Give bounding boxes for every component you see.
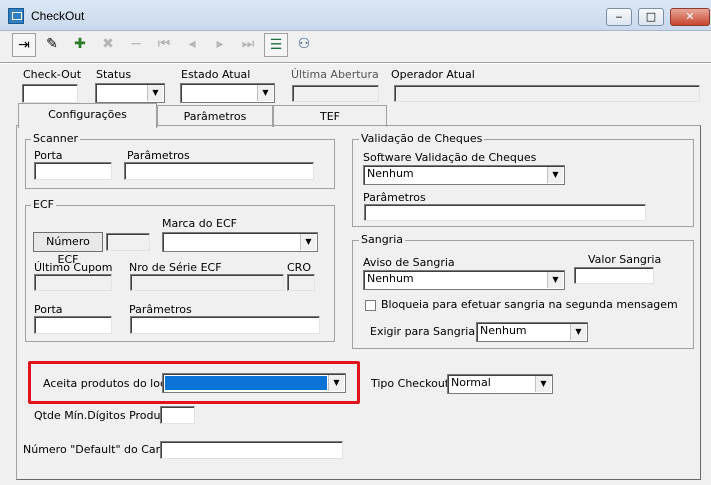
estado-label: Estado Atual — [181, 68, 251, 81]
chevron-down-icon[interactable]: ▼ — [147, 85, 163, 101]
scanner-title: Scanner — [31, 132, 81, 145]
serie-label: Nro de Série ECF — [129, 261, 222, 274]
add-icon[interactable]: ✚ — [68, 33, 92, 57]
software-select[interactable]: Nenhum ▼ — [363, 165, 565, 185]
checkout-field[interactable] — [22, 84, 78, 103]
chevron-down-icon[interactable]: ▼ — [547, 272, 563, 288]
software-value: Nenhum — [367, 167, 414, 180]
estado-select[interactable]: ▼ — [180, 83, 275, 103]
close-button[interactable]: ✕ — [670, 8, 710, 26]
ecf-porta-label: Porta — [34, 303, 63, 316]
last-icon[interactable]: ⏭ — [236, 33, 260, 57]
exigir-select[interactable]: Nenhum ▼ — [476, 322, 588, 342]
operador-label: Operador Atual — [391, 68, 475, 81]
valor-sangria-field[interactable] — [574, 267, 654, 284]
operador-field — [394, 85, 700, 102]
numero-default-field[interactable] — [160, 441, 343, 459]
status-label: Status — [96, 68, 132, 81]
ultimo-cupom-field — [34, 274, 112, 291]
aviso-select[interactable]: Nenhum ▼ — [363, 270, 565, 290]
remove-icon[interactable]: ✖ — [96, 33, 120, 57]
delete-icon[interactable]: − — [124, 33, 148, 57]
aceita-label: Aceita produtos do local — [43, 377, 176, 390]
scanner-parametros-field[interactable] — [124, 162, 314, 180]
ecf-title: ECF — [31, 198, 56, 211]
toolbar-separator — [0, 62, 711, 64]
marca-label: Marca do ECF — [162, 217, 237, 230]
valor-label: Valor Sangria — [588, 253, 662, 266]
serie-field — [130, 274, 284, 291]
maximize-button[interactable]: □ — [638, 8, 664, 26]
app-icon — [8, 8, 24, 24]
list-icon[interactable]: ☰ — [264, 33, 288, 57]
chevron-down-icon[interactable]: ▼ — [328, 375, 344, 391]
tipo-checkout-label: Tipo Checkout — [371, 377, 450, 390]
ultima-label: Última Abertura — [291, 68, 379, 81]
sangria-title: Sangria — [359, 233, 405, 246]
numero-ecf-button[interactable]: Número ECF — [33, 232, 103, 266]
numero-ecf-field — [106, 233, 150, 251]
validacao-title: Validação de Cheques — [359, 132, 485, 145]
aviso-label: Aviso de Sangria — [363, 256, 455, 269]
validacao-parametros-label: Parâmetros — [363, 191, 426, 204]
window-title: CheckOut — [31, 9, 85, 23]
prev-icon[interactable]: ◂ — [180, 33, 204, 57]
tab-configuracoes[interactable]: Configurações — [18, 103, 157, 128]
bloqueia-label: Bloqueia para efetuar sangria na segunda… — [381, 298, 678, 311]
bloqueia-checkbox[interactable] — [365, 300, 376, 311]
tipo-checkout-select[interactable]: Normal ▼ — [447, 374, 553, 394]
ecf-porta-field[interactable] — [34, 316, 112, 334]
exigir-label: Exigir para Sangria — [370, 325, 476, 338]
exigir-value: Nenhum — [480, 324, 527, 337]
aceita-select[interactable]: ▼ — [162, 373, 346, 393]
selection-highlight — [165, 376, 327, 390]
ecf-parametros-field[interactable] — [130, 316, 320, 334]
edit-icon[interactable]: ✎ — [40, 33, 64, 57]
first-icon[interactable]: ⏮ — [152, 33, 176, 57]
validacao-parametros-field[interactable] — [364, 204, 646, 221]
minimize-button[interactable]: ‒ — [606, 8, 632, 26]
qtde-field[interactable] — [160, 406, 195, 424]
scanner-porta-field[interactable] — [34, 162, 112, 180]
software-label: Software Validação de Cheques — [363, 151, 537, 164]
ultimo-cupom-label: Último Cupom — [34, 261, 113, 274]
tab-tef[interactable]: TEF — [273, 105, 387, 127]
scanner-parametros-label: Parâmetros — [127, 149, 190, 162]
numero-default-label: Número "Default" do Cartão — [23, 443, 178, 456]
checkout-label: Check-Out — [23, 68, 82, 81]
next-icon[interactable]: ▸ — [208, 33, 232, 57]
tab-parametros[interactable]: Parâmetros — [157, 105, 273, 127]
exit-icon[interactable]: ⇥ — [12, 33, 36, 57]
ultima-abertura-field — [292, 85, 379, 102]
aviso-value: Nenhum — [367, 272, 414, 285]
marca-select[interactable]: ▼ — [162, 232, 318, 252]
chevron-down-icon[interactable]: ▼ — [570, 324, 586, 340]
search-icon[interactable]: ⚇ — [292, 33, 316, 57]
cro-label: CRO — [287, 261, 311, 274]
title-bar — [0, 0, 711, 31]
tipo-checkout-value: Normal — [451, 376, 491, 389]
scanner-porta-label: Porta — [34, 149, 63, 162]
status-select[interactable]: ▼ — [95, 83, 165, 103]
chevron-down-icon[interactable]: ▼ — [300, 234, 316, 250]
ecf-parametros-label: Parâmetros — [129, 303, 192, 316]
chevron-down-icon[interactable]: ▼ — [535, 376, 551, 392]
chevron-down-icon[interactable]: ▼ — [547, 167, 563, 183]
chevron-down-icon[interactable]: ▼ — [257, 85, 273, 101]
cro-field — [287, 274, 315, 291]
qtde-label: Qtde Mín.Dígitos Produto — [34, 409, 172, 422]
